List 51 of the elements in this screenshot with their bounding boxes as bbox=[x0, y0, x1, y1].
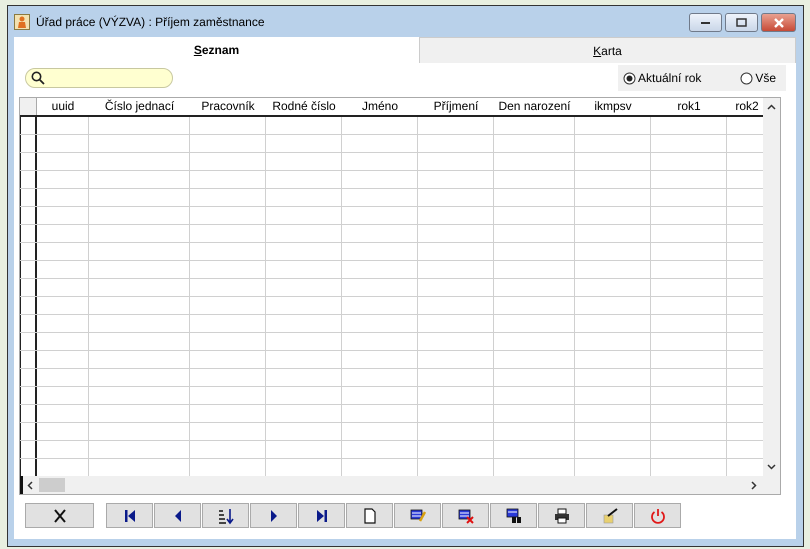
column-header[interactable]: rok1 bbox=[651, 98, 727, 115]
maximize-button[interactable] bbox=[725, 13, 758, 32]
maximize-icon bbox=[736, 18, 747, 27]
scroll-right-icon[interactable] bbox=[751, 480, 757, 490]
column-header[interactable]: Jméno bbox=[342, 98, 418, 115]
column-header[interactable]: ikmpsv bbox=[575, 98, 651, 115]
table-pencil-icon bbox=[408, 506, 426, 524]
binoculars-icon bbox=[504, 506, 522, 524]
sort-button[interactable] bbox=[202, 503, 249, 528]
vertical-scrollbar[interactable] bbox=[763, 98, 780, 494]
minimize-button[interactable] bbox=[689, 13, 722, 32]
column-header[interactable]: Pracovník bbox=[190, 98, 266, 115]
search-icon bbox=[31, 71, 45, 85]
radio-button[interactable]: Vše bbox=[740, 71, 776, 85]
horizontal-scrollbar[interactable] bbox=[20, 476, 763, 494]
close-icon bbox=[772, 18, 784, 28]
close-button[interactable] bbox=[761, 13, 796, 32]
print-button[interactable] bbox=[538, 503, 585, 528]
print-icon bbox=[552, 506, 570, 524]
next-icon bbox=[270, 510, 276, 522]
column-header[interactable]: Rodné číslo bbox=[266, 98, 342, 115]
minimize-icon bbox=[700, 20, 710, 24]
cancel-button[interactable] bbox=[25, 503, 94, 528]
scroll-thumb[interactable] bbox=[39, 478, 65, 492]
wand-icon bbox=[600, 506, 618, 524]
column-header[interactable]: Číslo jednací bbox=[89, 98, 190, 115]
table-cross-icon bbox=[456, 506, 474, 524]
sort-icon bbox=[216, 506, 234, 524]
last-button[interactable] bbox=[298, 503, 345, 528]
new-button[interactable] bbox=[346, 503, 393, 528]
previous-icon bbox=[174, 510, 180, 522]
tab[interactable]: Karta bbox=[419, 37, 796, 63]
radio-button[interactable]: Aktuální rok bbox=[623, 71, 702, 85]
power-button[interactable] bbox=[634, 503, 681, 528]
column-header[interactable]: Příjmení bbox=[418, 98, 494, 115]
column-header[interactable]: rok2 bbox=[727, 98, 763, 115]
scroll-up-icon[interactable] bbox=[767, 104, 776, 110]
edit-button[interactable] bbox=[394, 503, 441, 528]
column-header[interactable]: Den narození bbox=[494, 98, 575, 115]
next-button[interactable] bbox=[250, 503, 297, 528]
prev-button[interactable] bbox=[154, 503, 201, 528]
power-icon bbox=[648, 506, 666, 524]
person-icon bbox=[14, 14, 30, 30]
find-button[interactable] bbox=[490, 503, 537, 528]
search-field[interactable] bbox=[25, 68, 173, 88]
first-button[interactable] bbox=[106, 503, 153, 528]
column-header[interactable]: uuid bbox=[37, 98, 89, 115]
scroll-left-icon[interactable] bbox=[27, 480, 33, 490]
window-title: Úřad práce (VÝZVA) : Příjem zaměstnance bbox=[36, 14, 265, 28]
scroll-down-icon[interactable] bbox=[767, 464, 776, 470]
delete-button[interactable] bbox=[442, 503, 489, 528]
